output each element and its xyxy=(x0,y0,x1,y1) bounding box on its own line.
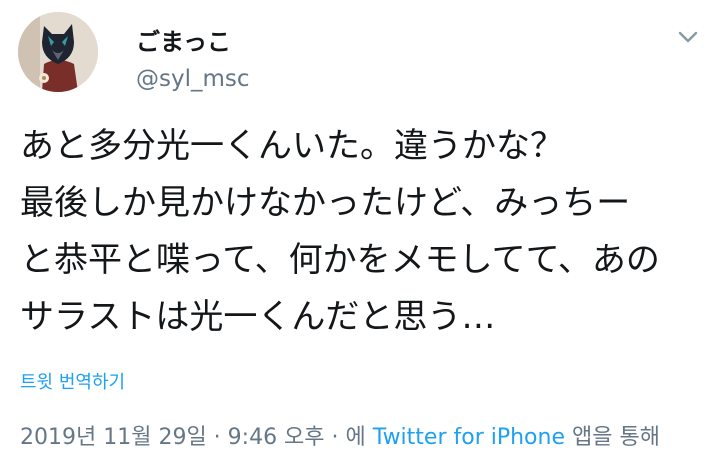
source-link[interactable]: Twitter for iPhone xyxy=(373,425,565,450)
source-suffix: 앱을 통해 xyxy=(572,425,660,450)
tweet-text-line: 最後しか見かけなかったけど、みっちー xyxy=(20,183,631,223)
display-name[interactable]: ごまっこ xyxy=(136,22,231,57)
avatar[interactable] xyxy=(18,12,98,92)
chevron-down-icon[interactable] xyxy=(676,28,700,46)
user-handle[interactable]: @syl_msc xyxy=(136,66,250,92)
tweet-text-line: サラストは光一くんだと思う… xyxy=(20,297,496,337)
avatar-image xyxy=(18,12,98,92)
tweet-text: あと多分光一くんいた。違うかな？ 最後しか見かけなかったけど、みっちー と恭平と… xyxy=(20,118,710,346)
translate-tweet-link[interactable]: 트윗 번역하기 xyxy=(20,368,125,394)
tweet-card: ごまっこ @syl_msc あと多分光一くんいた。違うかな？ 最後しか見かけなか… xyxy=(0,0,720,451)
tweet-text-line: と恭平と喋って、何かをメモしてて、あの xyxy=(20,240,660,280)
tweet-meta: 2019년 11월 29일 · 9:46 오후 · 에 Twitter for … xyxy=(20,419,660,451)
tweet-text-line: あと多分光一くんいた。違うかな？ xyxy=(20,126,564,166)
timestamp[interactable]: 2019년 11월 29일 · 9:46 오후 · 에 xyxy=(20,425,366,450)
